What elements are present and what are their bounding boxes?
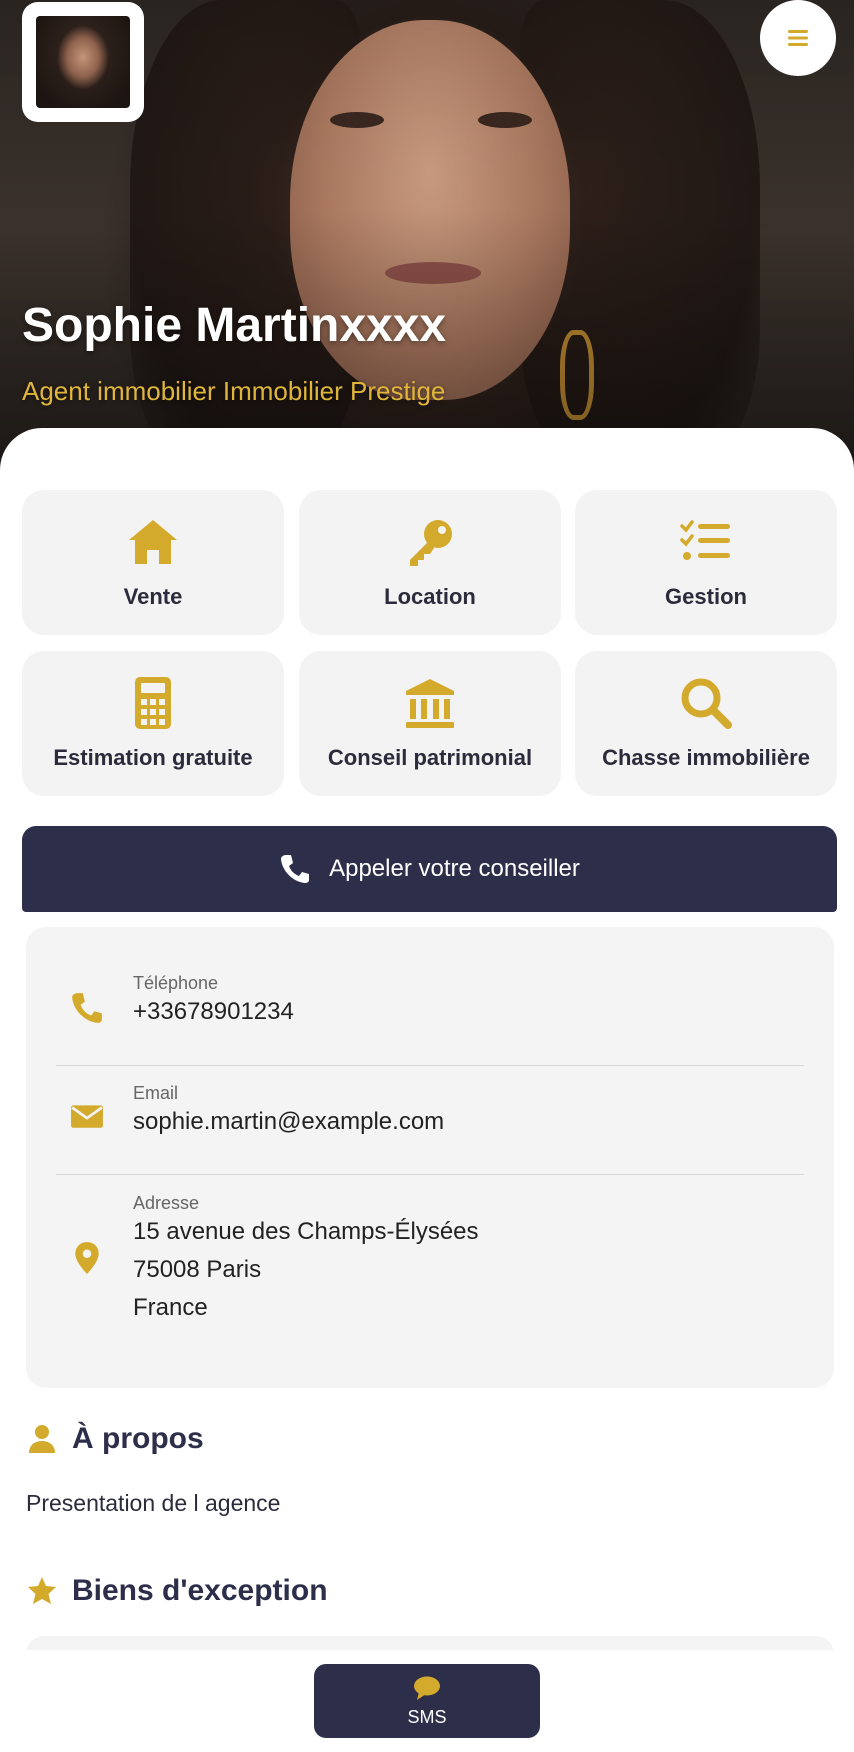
service-label: Location: [384, 584, 476, 609]
envelope-icon: [71, 1105, 103, 1128]
agent-name: Sophie Martinxxxx: [22, 299, 447, 352]
exceptional-heading: Biens d'exception: [26, 1574, 328, 1608]
menu-button[interactable]: [760, 0, 836, 76]
service-label: Vente: [123, 584, 183, 609]
search-icon: [681, 678, 732, 729]
address-line: France: [133, 1294, 208, 1321]
agent-role: Agent immobilier Immobilier Prestige: [22, 376, 446, 406]
about-heading: À propos: [26, 1422, 204, 1456]
phone-icon: [281, 855, 310, 883]
contact-row-address[interactable]: Adresse 15 avenue des Champs-Élysées 750…: [56, 1193, 804, 1347]
email-label: Email: [133, 1083, 179, 1103]
service-label: Gestion: [665, 584, 747, 609]
checklist-icon: [680, 520, 730, 560]
sms-label: SMS: [407, 1706, 447, 1727]
phone-value[interactable]: +33678901234: [133, 993, 294, 1031]
avatar-photo: [36, 16, 130, 108]
divider: [56, 1065, 804, 1066]
address-line: 75008 Paris: [133, 1256, 262, 1283]
user-icon: [29, 1425, 55, 1453]
chat-bubble-icon: [414, 1676, 440, 1700]
phone-label: Téléphone: [133, 973, 219, 993]
service-tile-vente[interactable]: Vente: [22, 490, 284, 635]
call-advisor-label: Appeler votre conseiller: [329, 855, 580, 882]
service-tile-chasse[interactable]: Chasse immobilière: [575, 651, 837, 796]
service-tile-conseil[interactable]: Conseil patrimonial: [299, 651, 561, 796]
phone-icon: [72, 993, 102, 1023]
exceptional-title: Biens d'exception: [72, 1574, 328, 1607]
service-tile-estimation[interactable]: Estimation gratuite: [22, 651, 284, 796]
service-label: Estimation gratuite: [53, 745, 253, 770]
contact-row-phone[interactable]: Téléphone +33678901234: [56, 973, 804, 1047]
service-tile-location[interactable]: Location: [299, 490, 561, 635]
about-text: Presentation de l agence: [26, 1490, 281, 1516]
key-icon: [410, 520, 452, 566]
service-label: Conseil patrimonial: [327, 745, 533, 770]
bank-icon: [406, 679, 454, 728]
sms-button[interactable]: SMS: [314, 1664, 540, 1738]
calculator-icon: [135, 677, 171, 729]
contact-card: Téléphone +33678901234 Email sophie.mart…: [26, 927, 834, 1388]
avatar[interactable]: [22, 2, 144, 122]
star-icon: [28, 1577, 56, 1604]
call-advisor-button[interactable]: Appeler votre conseiller: [22, 826, 837, 912]
address-line: 15 avenue des Champs-Élysées: [133, 1218, 479, 1245]
address-label: Adresse: [133, 1193, 200, 1213]
hamburger-icon: [788, 30, 808, 46]
map-pin-icon: [75, 1242, 99, 1274]
email-value[interactable]: sophie.martin@example.com: [133, 1103, 444, 1141]
house-icon: [129, 520, 177, 564]
service-label: Chasse immobilière: [602, 745, 810, 770]
service-tile-gestion[interactable]: Gestion: [575, 490, 837, 635]
contact-row-email[interactable]: Email sophie.martin@example.com: [56, 1083, 804, 1157]
divider: [56, 1174, 804, 1175]
about-title: À propos: [72, 1422, 204, 1455]
